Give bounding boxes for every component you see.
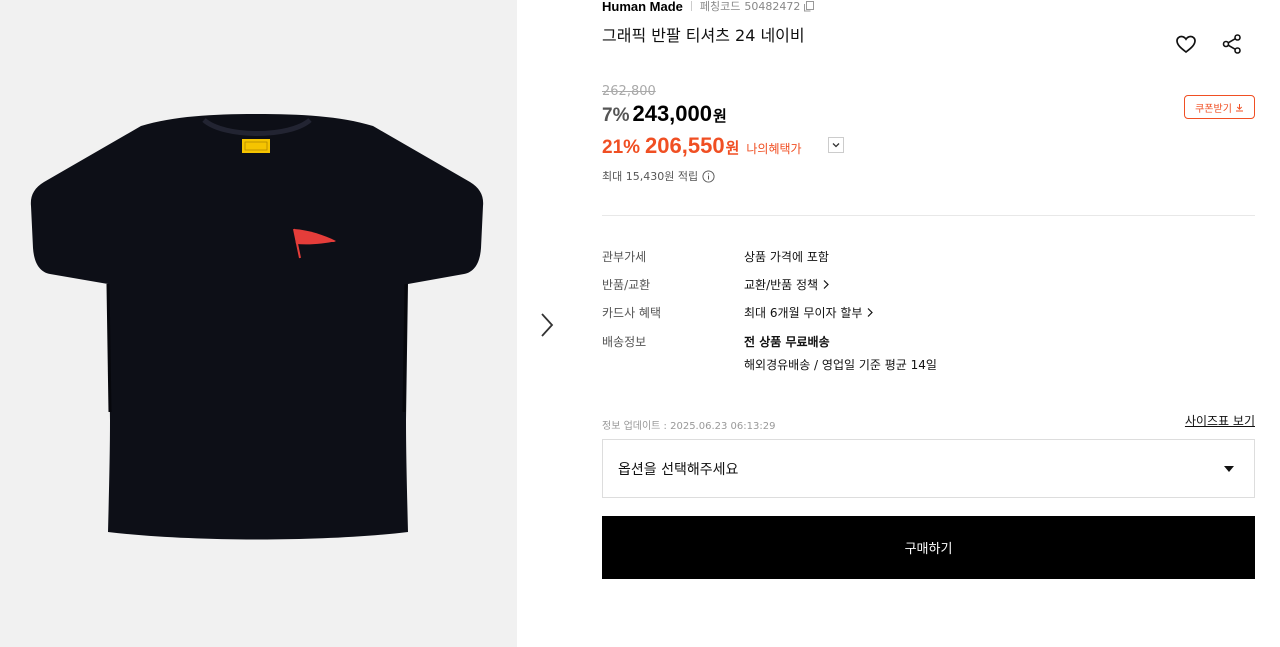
buy-button[interactable]: 구매하기 xyxy=(602,516,1255,579)
product-image xyxy=(30,114,484,540)
benefit-price: 206,550 xyxy=(645,133,725,158)
original-price: 262,800 xyxy=(602,84,656,99)
benefit-currency: 원 xyxy=(725,139,740,157)
benefit-label: 나의혜택가 xyxy=(746,142,802,156)
chevron-down-icon xyxy=(832,143,840,148)
benefit-rate: 21% xyxy=(602,137,641,158)
chevron-right-icon xyxy=(866,307,874,318)
points-info: 최대 15,430원 적립 xyxy=(602,168,715,184)
benefit-price-row: 21% 206,550 원 나의혜택가 xyxy=(602,133,802,159)
discount-rate: 7% xyxy=(602,105,630,126)
section-divider xyxy=(602,215,1255,216)
currency: 원 xyxy=(713,107,727,125)
copy-icon[interactable] xyxy=(803,0,815,12)
like-button[interactable] xyxy=(1174,32,1198,56)
option-placeholder: 옵션을 선택해주세요 xyxy=(618,461,739,478)
shipping-detail: 해외경유배송 / 영업일 기준 평균 14일 xyxy=(744,358,937,372)
points-text: 최대 15,430원 적립 xyxy=(602,170,699,183)
coupon-label: 쿠폰받기 xyxy=(1195,103,1232,115)
spec-value-tax: 상품 가격에 포함 xyxy=(744,250,829,264)
brand-row: Human Made 페칭코드 50482472 xyxy=(602,0,815,14)
price-row: 7% 243,000 원 xyxy=(602,101,727,127)
heart-icon xyxy=(1176,35,1196,54)
card-benefit-text: 최대 6개월 무이자 할부 xyxy=(744,306,863,320)
neck-tag xyxy=(242,139,270,153)
next-image-button[interactable] xyxy=(532,308,562,342)
update-timestamp: 정보 업데이트 : 2025.06.23 06:13:29 xyxy=(602,421,776,432)
option-select[interactable]: 옵션을 선택해주세요 xyxy=(602,439,1255,498)
download-icon xyxy=(1235,103,1243,111)
code-label: 페칭코드 xyxy=(699,0,741,13)
spec-label-return: 반품/교환 xyxy=(602,278,651,292)
spec-label-card: 카드사 혜택 xyxy=(602,306,662,320)
code-value: 50482472 xyxy=(744,0,801,13)
benefit-toggle[interactable] xyxy=(828,137,844,153)
product-title: 그래픽 반팔 티셔츠 24 네이비 xyxy=(602,26,805,45)
triangle-down-icon xyxy=(1224,465,1234,472)
share-button[interactable] xyxy=(1220,32,1244,56)
sale-price: 243,000 xyxy=(632,101,712,126)
info-icon[interactable] xyxy=(702,169,715,183)
product-image-panel xyxy=(0,0,517,647)
return-policy-link[interactable]: 교환/반품 정책 xyxy=(744,276,830,293)
brand-name[interactable]: Human Made xyxy=(602,0,683,14)
share-icon xyxy=(1222,34,1241,54)
coupon-button[interactable]: 쿠폰받기 xyxy=(1184,95,1255,119)
spec-label-shipping: 배송정보 xyxy=(602,335,647,349)
chevron-right-icon xyxy=(822,279,830,290)
product-page: Human Made 페칭코드 50482472 그래픽 반팔 티셔츠 24 네… xyxy=(0,0,1280,647)
shipping-free: 전 상품 무료배송 xyxy=(744,335,830,349)
card-benefit-link[interactable]: 최대 6개월 무이자 할부 xyxy=(744,304,874,321)
return-policy-text: 교환/반품 정책 xyxy=(744,278,819,292)
size-chart-link[interactable]: 사이즈표 보기 xyxy=(1185,412,1255,429)
divider xyxy=(690,1,692,11)
spec-label-tax: 관부가세 xyxy=(602,250,647,264)
chevron-right-icon xyxy=(541,313,554,337)
